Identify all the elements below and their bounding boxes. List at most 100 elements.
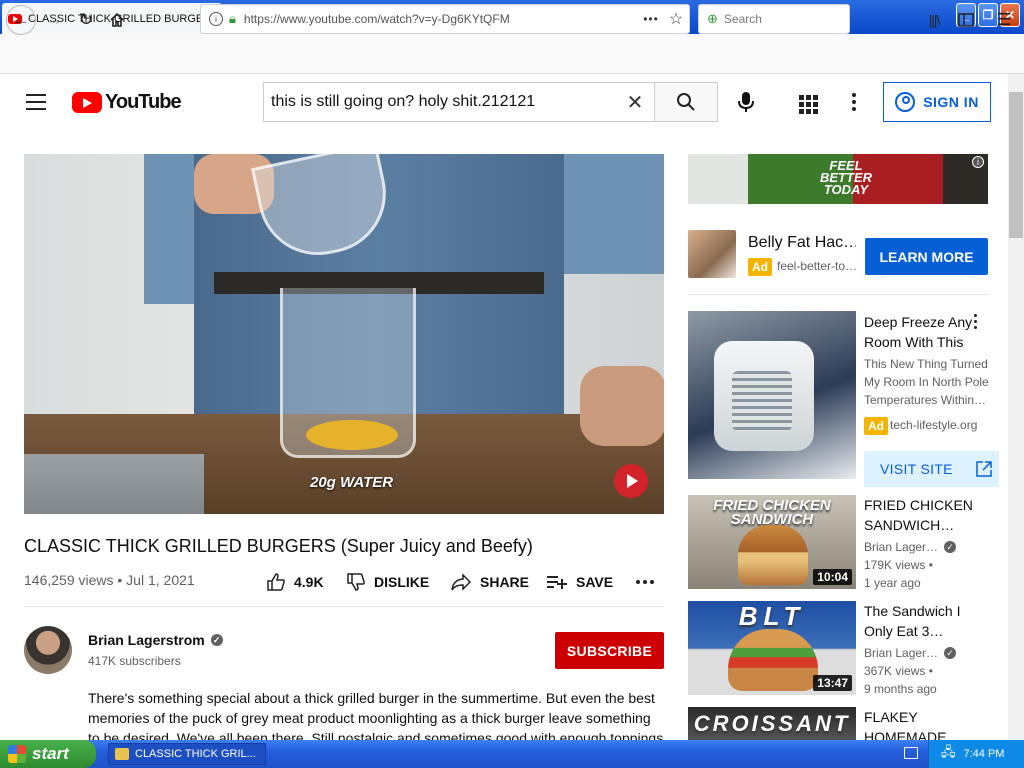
- browser-search-field[interactable]: ⊕ Search: [698, 4, 850, 34]
- video-duration: 13:47: [813, 675, 852, 691]
- sign-in-button[interactable]: SIGN IN: [883, 82, 991, 122]
- settings-kebab-icon[interactable]: [844, 90, 864, 114]
- arrow-right-icon: →: [45, 10, 63, 29]
- back-button[interactable]: ←: [6, 5, 36, 35]
- video-views-date: 146,259 views • Jul 1, 2021: [24, 572, 195, 588]
- learn-more-button[interactable]: LEARN MORE: [865, 238, 988, 275]
- taskbar-window-item[interactable]: CLASSIC THICK GRIL...: [108, 743, 266, 765]
- related-video-views: 367K views •: [864, 664, 933, 678]
- channel-watermark-icon[interactable]: [614, 464, 648, 498]
- youtube-logo[interactable]: YouTube: [72, 91, 182, 113]
- search-query-text: this is still going on? holy shit.212121: [271, 93, 536, 110]
- network-icon[interactable]: 🖧︎: [941, 743, 956, 765]
- save-label: SAVE: [576, 574, 614, 590]
- ad-domain: feel-better-to…: [777, 259, 857, 273]
- search-icon: [677, 93, 695, 111]
- ad-info-icon[interactable]: i: [972, 156, 984, 168]
- dislike-button[interactable]: DISLIKE: [346, 572, 429, 592]
- start-button[interactable]: start: [0, 740, 96, 768]
- home-icon: [110, 12, 124, 27]
- apps-grid-icon[interactable]: [794, 90, 818, 114]
- related-video-channel[interactable]: Brian Lager… ✓: [864, 540, 957, 554]
- ad-title[interactable]: Belly Fat Hac…: [748, 234, 856, 252]
- ad-banner[interactable]: FEEL BETTER TODAY i: [688, 154, 988, 204]
- thumbnail-text: BLT: [738, 601, 806, 631]
- url-text: https://www.youtube.com/watch?v=y-Dg6KYt…: [243, 12, 510, 26]
- thumbnail-text: CROISSANT: [693, 711, 851, 736]
- video-title: CLASSIC THICK GRILLED BURGERS (Super Jui…: [24, 536, 533, 556]
- share-icon: [451, 573, 472, 591]
- start-label: start: [32, 744, 69, 763]
- ad-description: This New Thing Turned My Room In North P…: [864, 357, 989, 407]
- verified-check-icon: ✓: [210, 634, 223, 646]
- share-label: SHARE: [480, 574, 530, 590]
- keyboard-icon[interactable]: [904, 747, 918, 759]
- youtube-search-button[interactable]: [654, 82, 718, 122]
- clock: 7:44 PM: [963, 748, 1005, 760]
- browser-search-placeholder: Search: [723, 12, 762, 26]
- bookmark-star-icon[interactable]: ☆: [663, 9, 689, 29]
- ad-domain: tech-lifestyle.org: [890, 418, 978, 432]
- taskbar-item-label: CLASSIC THICK GRIL...: [135, 748, 256, 760]
- thumbnail-text: FRIED CHICKEN SANDWICH: [713, 497, 831, 528]
- video-description: There's something special about a thick …: [88, 690, 664, 740]
- verified-check-icon: ✓: [944, 647, 957, 659]
- voice-search-button[interactable]: [732, 88, 760, 116]
- user-icon: [895, 92, 916, 112]
- info-icon[interactable]: i: [209, 12, 223, 26]
- related-video-views: 179K views •: [864, 558, 933, 572]
- related-video-age: 1 year ago: [864, 576, 921, 590]
- library-button[interactable]: |||\: [920, 6, 948, 34]
- related-channel-text: Brian Lager…: [864, 646, 939, 660]
- firefox-window-icon: [115, 748, 129, 760]
- lock-icon: 🔒︎: [229, 11, 236, 26]
- related-video-channel[interactable]: Brian Lager… ✓: [864, 646, 957, 660]
- related-video-title[interactable]: The Sandwich I Only Eat 3…: [864, 601, 974, 641]
- related-video-thumbnail[interactable]: CROISSANT: [688, 707, 856, 741]
- system-tray: 🖧︎ 7:44 PM: [928, 740, 1024, 768]
- home-button[interactable]: [103, 6, 131, 34]
- search-icon: ⊕: [707, 11, 718, 26]
- subscribe-button[interactable]: SUBSCRIBE: [555, 632, 664, 669]
- related-video-thumbnail[interactable]: BLT 13:47: [688, 601, 856, 695]
- ad-banner-text: FEEL BETTER TODAY: [820, 158, 872, 197]
- related-video-title[interactable]: FLAKEY HOMEMADE: [864, 707, 974, 740]
- reload-button[interactable]: ↻: [72, 6, 100, 34]
- address-bar[interactable]: i 🔒︎ https://www.youtube.com/watch?v=y-D…: [200, 4, 690, 34]
- clear-search-icon[interactable]: ✕: [615, 90, 655, 115]
- page-actions-icon[interactable]: •••: [639, 12, 663, 26]
- microphone-icon: [738, 92, 754, 112]
- reload-icon: ↻: [78, 10, 94, 29]
- hamburger-menu-icon: ☰: [996, 10, 1012, 29]
- channel-avatar[interactable]: [24, 626, 72, 674]
- ad-badge: Ad: [864, 417, 888, 435]
- youtube-search-input[interactable]: this is still going on? holy shit.212121…: [263, 82, 655, 122]
- more-actions-icon[interactable]: [634, 572, 656, 592]
- sign-in-label: SIGN IN: [923, 94, 979, 110]
- arrow-left-icon: ←: [12, 10, 30, 29]
- subscriber-count: 417K subscribers: [88, 654, 181, 668]
- ad-title[interactable]: Deep Freeze Any Room With This: [864, 312, 974, 352]
- like-button[interactable]: 4.9K: [266, 572, 324, 592]
- browser-menu-button[interactable]: ☰: [990, 6, 1018, 34]
- ad-thumbnail[interactable]: [688, 230, 736, 278]
- guide-menu-icon[interactable]: [26, 94, 46, 110]
- dislike-label: DISLIKE: [374, 574, 430, 590]
- sidebar-icon: [958, 13, 974, 27]
- divider: [688, 294, 988, 295]
- video-player[interactable]: 20g WATER: [24, 154, 664, 514]
- save-button[interactable]: SAVE: [546, 572, 613, 592]
- sidebar-button[interactable]: [952, 6, 980, 34]
- channel-name-text: Brian Lagerstrom: [88, 632, 205, 648]
- related-video-title[interactable]: FRIED CHICKEN SANDWICH…: [864, 495, 974, 535]
- visit-site-button[interactable]: VISIT SITE: [864, 451, 999, 487]
- visit-site-label: VISIT SITE: [880, 461, 953, 477]
- ad-menu-icon[interactable]: [970, 314, 980, 334]
- scrollbar-thumb[interactable]: [1009, 92, 1023, 238]
- forward-button[interactable]: →: [40, 6, 68, 34]
- share-button[interactable]: SHARE: [450, 572, 529, 592]
- video-overlay-caption: 20g WATER: [310, 474, 394, 491]
- channel-name[interactable]: Brian Lagerstrom ✓: [88, 632, 223, 648]
- ad-thumbnail[interactable]: [688, 311, 856, 479]
- related-video-thumbnail[interactable]: FRIED CHICKEN SANDWICH 10:04: [688, 495, 856, 589]
